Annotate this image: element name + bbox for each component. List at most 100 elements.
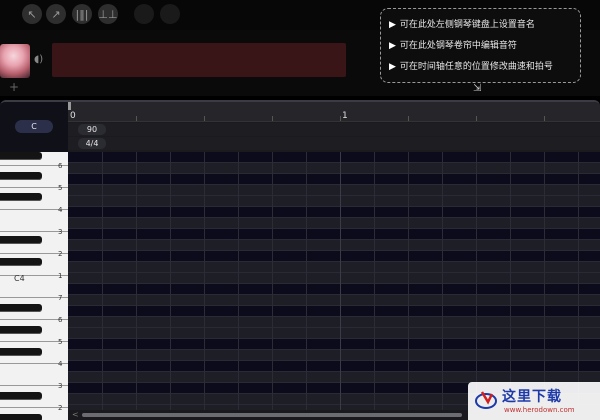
ruler-tick: [340, 116, 341, 121]
play-icon: ▶: [389, 41, 396, 51]
key-number: 6: [58, 162, 63, 170]
ruler-tick: [272, 116, 273, 121]
piano-roll-window: C 0 1 90 4/4 6 5 4 3 2 1 7 6 5 4 3 2 C4 …: [0, 100, 600, 420]
grid-beat-line: [476, 152, 477, 412]
ruler-tick: [544, 116, 545, 121]
equalizer-button[interactable]: ⊥⊥: [98, 4, 118, 24]
grid-beat-line: [204, 152, 205, 412]
watermark: 这里下载 www.herodown.com: [468, 382, 600, 420]
piano-keyboard: 6 5 4 3 2 1 7 6 5 4 3 2 C4: [0, 152, 68, 420]
piano-black-key[interactable]: [0, 236, 42, 244]
grid-row[interactable]: [68, 152, 600, 163]
grid-row[interactable]: [68, 185, 600, 196]
key-number: 4: [58, 206, 63, 214]
tooltip-text: 可在此处钢琴卷帘中编辑音符: [399, 41, 517, 51]
piano-black-key[interactable]: [0, 348, 42, 356]
grid-row[interactable]: [68, 317, 600, 328]
grid-beat-line: [238, 152, 239, 412]
grid-row[interactable]: [68, 251, 600, 262]
key-number: 6: [58, 316, 63, 324]
timeline-ruler[interactable]: 0 1: [68, 102, 600, 122]
key-number: 2: [58, 250, 63, 258]
piano-black-key[interactable]: [0, 258, 42, 266]
ruler-tick: [476, 116, 477, 121]
tempo-badge[interactable]: 90: [78, 124, 106, 135]
key-number: 5: [58, 184, 63, 192]
play-icon: ▶: [389, 62, 396, 72]
avatar[interactable]: [0, 44, 30, 78]
grid-row[interactable]: [68, 218, 600, 229]
grid-beat-line: [170, 152, 171, 412]
watermark-title: 这里下载: [502, 389, 562, 405]
hint-tooltip: ▶ 可在此处左侧钢琴键盘上设置音名 ▶ 可在此处钢琴卷帘中编辑音符 ▶ 可在时间轴任意…: [380, 8, 581, 83]
tooltip-line: ▶ 可在此处钢琴卷帘中编辑音符: [389, 36, 572, 57]
key-selector[interactable]: C: [15, 120, 53, 133]
time-signature-row: 4/4: [68, 137, 600, 150]
c4-label: C4: [14, 274, 25, 283]
key-number: 5: [58, 338, 63, 346]
key-number: 7: [58, 294, 63, 302]
note-grid[interactable]: [68, 152, 600, 412]
grid-row[interactable]: [68, 306, 600, 317]
mouse-cursor-icon: ⇲: [473, 83, 482, 94]
piano-black-key[interactable]: [0, 392, 42, 400]
undo-button[interactable]: [134, 4, 154, 24]
key-number: 4: [58, 360, 63, 368]
time-signature-badge[interactable]: 4/4: [78, 138, 106, 149]
ruler-tick: [204, 116, 205, 121]
redo-button[interactable]: [160, 4, 180, 24]
grid-row[interactable]: [68, 229, 600, 240]
grid-row[interactable]: [68, 295, 600, 306]
key-number: 3: [58, 382, 63, 390]
tooltip-text: 可在此处左侧钢琴键盘上设置音名: [399, 20, 535, 30]
grid-row[interactable]: [68, 196, 600, 207]
grid-beat-line: [578, 152, 579, 412]
grid-row[interactable]: [68, 163, 600, 174]
track-clip[interactable]: [52, 43, 346, 77]
piano-black-key[interactable]: [0, 193, 42, 201]
grid-row[interactable]: [68, 262, 600, 273]
piano-black-key[interactable]: [0, 326, 42, 334]
ruler-tick: [136, 116, 137, 121]
piano-black-key[interactable]: [0, 172, 42, 180]
scroll-left-icon[interactable]: <: [72, 410, 79, 419]
grid-beat-line: [136, 152, 137, 412]
watermark-logo-icon: [475, 391, 497, 409]
grid-row[interactable]: [68, 174, 600, 185]
playhead[interactable]: [68, 102, 71, 110]
add-track-button[interactable]: +: [9, 80, 19, 94]
play-icon: ▶: [389, 20, 396, 30]
key-number: 2: [58, 404, 63, 412]
grid-row[interactable]: [68, 207, 600, 218]
grid-row[interactable]: [68, 361, 600, 372]
grid-row[interactable]: [68, 350, 600, 361]
key-header: C: [0, 102, 68, 152]
grid-row[interactable]: [68, 273, 600, 284]
cursor-icon: ↖: [27, 7, 37, 21]
tempo-row: 90: [68, 123, 600, 136]
grid-row[interactable]: [68, 328, 600, 339]
scrollbar-thumb[interactable]: [82, 413, 462, 417]
ruler-tick: [408, 116, 409, 121]
grid-beat-line: [544, 152, 545, 412]
piano-black-key[interactable]: [0, 304, 42, 312]
mixer-button[interactable]: |‖|: [72, 4, 92, 24]
grid-row[interactable]: [68, 240, 600, 251]
piano-black-key[interactable]: [0, 414, 42, 420]
watermark-url: www.herodown.com: [504, 406, 575, 414]
select-tool-button[interactable]: ↖: [22, 4, 42, 24]
pencil-tool-button[interactable]: ↗: [46, 4, 66, 24]
tooltip-line: ▶ 可在时间轴任意的位置修改曲速和拍号: [389, 57, 572, 78]
ruler-label-start: 0: [70, 111, 76, 121]
piano-black-key[interactable]: [0, 152, 42, 160]
grid-beat-line: [374, 152, 375, 412]
key-number: 3: [58, 228, 63, 236]
grid-row[interactable]: [68, 339, 600, 350]
key-number: 1: [58, 272, 63, 280]
grid-beat-line: [510, 152, 511, 412]
speaker-icon[interactable]: ◖): [34, 54, 46, 66]
grid-row[interactable]: [68, 284, 600, 295]
grid-beat-line: [340, 152, 341, 412]
grid-beat-line: [102, 152, 103, 412]
grid-beat-line: [306, 152, 307, 412]
